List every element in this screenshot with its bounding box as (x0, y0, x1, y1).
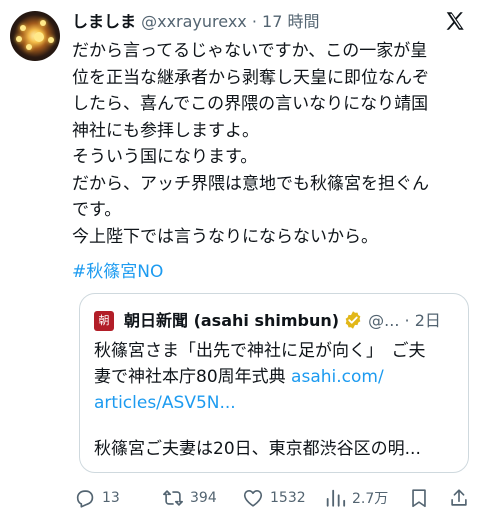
timestamp[interactable]: 17 時間 (262, 12, 319, 31)
quoted-tweet-card[interactable]: 朝 朝日新聞 (asahi shimbun) @... · 2日 秋篠宮さま「出… (79, 293, 469, 473)
quoted-display-name: 朝日新聞 (asahi shimbun) (124, 311, 340, 330)
tweet-body-line: です。 (72, 200, 122, 220)
quoted-text: 秋篠宮さま「出先で神社に足が向く」 ご夫 妻で神社本庁80周年式典 asahi.… (94, 338, 464, 416)
user-handle[interactable]: @xxrayurexx (141, 12, 247, 31)
tweet-body-line: だから言ってるじゃないですか、この一家が皇 (72, 41, 428, 61)
tweet-body-line: 位を正当な継承者から剥奪し天皇に即位なんぞ (72, 67, 429, 88)
verified-badge-icon (345, 311, 361, 329)
tweet-header: しましま @xxrayurexx · 17 時間 (72, 10, 460, 34)
views-chart-icon (326, 489, 346, 507)
quoted-header: 朝日新聞 (asahi shimbun) @... · 2日 (124, 308, 441, 334)
quoted-snippet: 秋篠宮ご夫妻は20日、東京都渋谷区の明... (94, 439, 421, 459)
quoted-handle: @... (368, 311, 400, 330)
separator-dot: · (251, 12, 257, 31)
action-bar: 13 394 1532 2.7万 (72, 484, 472, 512)
tweet-body-line: 神社にも参拝しますよ。 (72, 120, 259, 141)
retweet-button[interactable]: 394 (162, 484, 217, 512)
tweet-body-line: そういう国になります。 (72, 147, 258, 167)
display-name[interactable]: しましま (72, 12, 136, 31)
quoted-text-fragment: 妻で神社本庁80周年式典 (94, 367, 292, 387)
tweet-body-line: 今上陛下では言うなりにならないから。 (72, 226, 378, 247)
views-button[interactable]: 2.7万 (324, 484, 388, 512)
share-button[interactable] (448, 484, 470, 512)
tweet-body: だから言ってるじゃないですか、この一家が皇 位を正当な継承者から剥奪し天皇に即位… (72, 38, 472, 250)
article-link[interactable]: articles/ASV5N... (94, 390, 464, 416)
hashtag-link[interactable]: #秋篠宮NO (72, 259, 163, 285)
like-count: 1532 (270, 490, 306, 506)
reply-button[interactable]: 13 (74, 484, 120, 512)
like-button[interactable]: 1532 (242, 484, 306, 512)
reply-icon (76, 490, 94, 508)
asahi-logo-icon: 朝 (94, 311, 114, 331)
retweet-count: 394 (190, 490, 217, 506)
bookmark-icon (412, 489, 426, 508)
separator-dot: · (404, 311, 410, 330)
quoted-timestamp: 2日 (414, 311, 441, 330)
tweet-body-line: したら、喜んでこの界隈の言いなりになり靖国 (72, 94, 429, 114)
heart-icon (243, 490, 263, 507)
x-logo-icon (446, 12, 464, 30)
article-link[interactable]: asahi.com/ (291, 367, 384, 387)
share-icon (451, 489, 467, 506)
quoted-text-line: 秋篠宮さま「出先で神社に足が向く」 ご夫 (94, 341, 426, 361)
reply-count: 13 (102, 490, 120, 506)
bookmark-button[interactable] (408, 484, 430, 512)
views-count: 2.7万 (352, 491, 389, 507)
tweet-body-line: だから、アッチ界隈は意地でも秋篠宮を担ぐん (72, 173, 429, 194)
retweet-icon (163, 490, 183, 506)
avatar[interactable] (10, 11, 60, 61)
quoted-text-line: 妻で神社本庁80周年式典 asahi.com/ (94, 364, 464, 390)
